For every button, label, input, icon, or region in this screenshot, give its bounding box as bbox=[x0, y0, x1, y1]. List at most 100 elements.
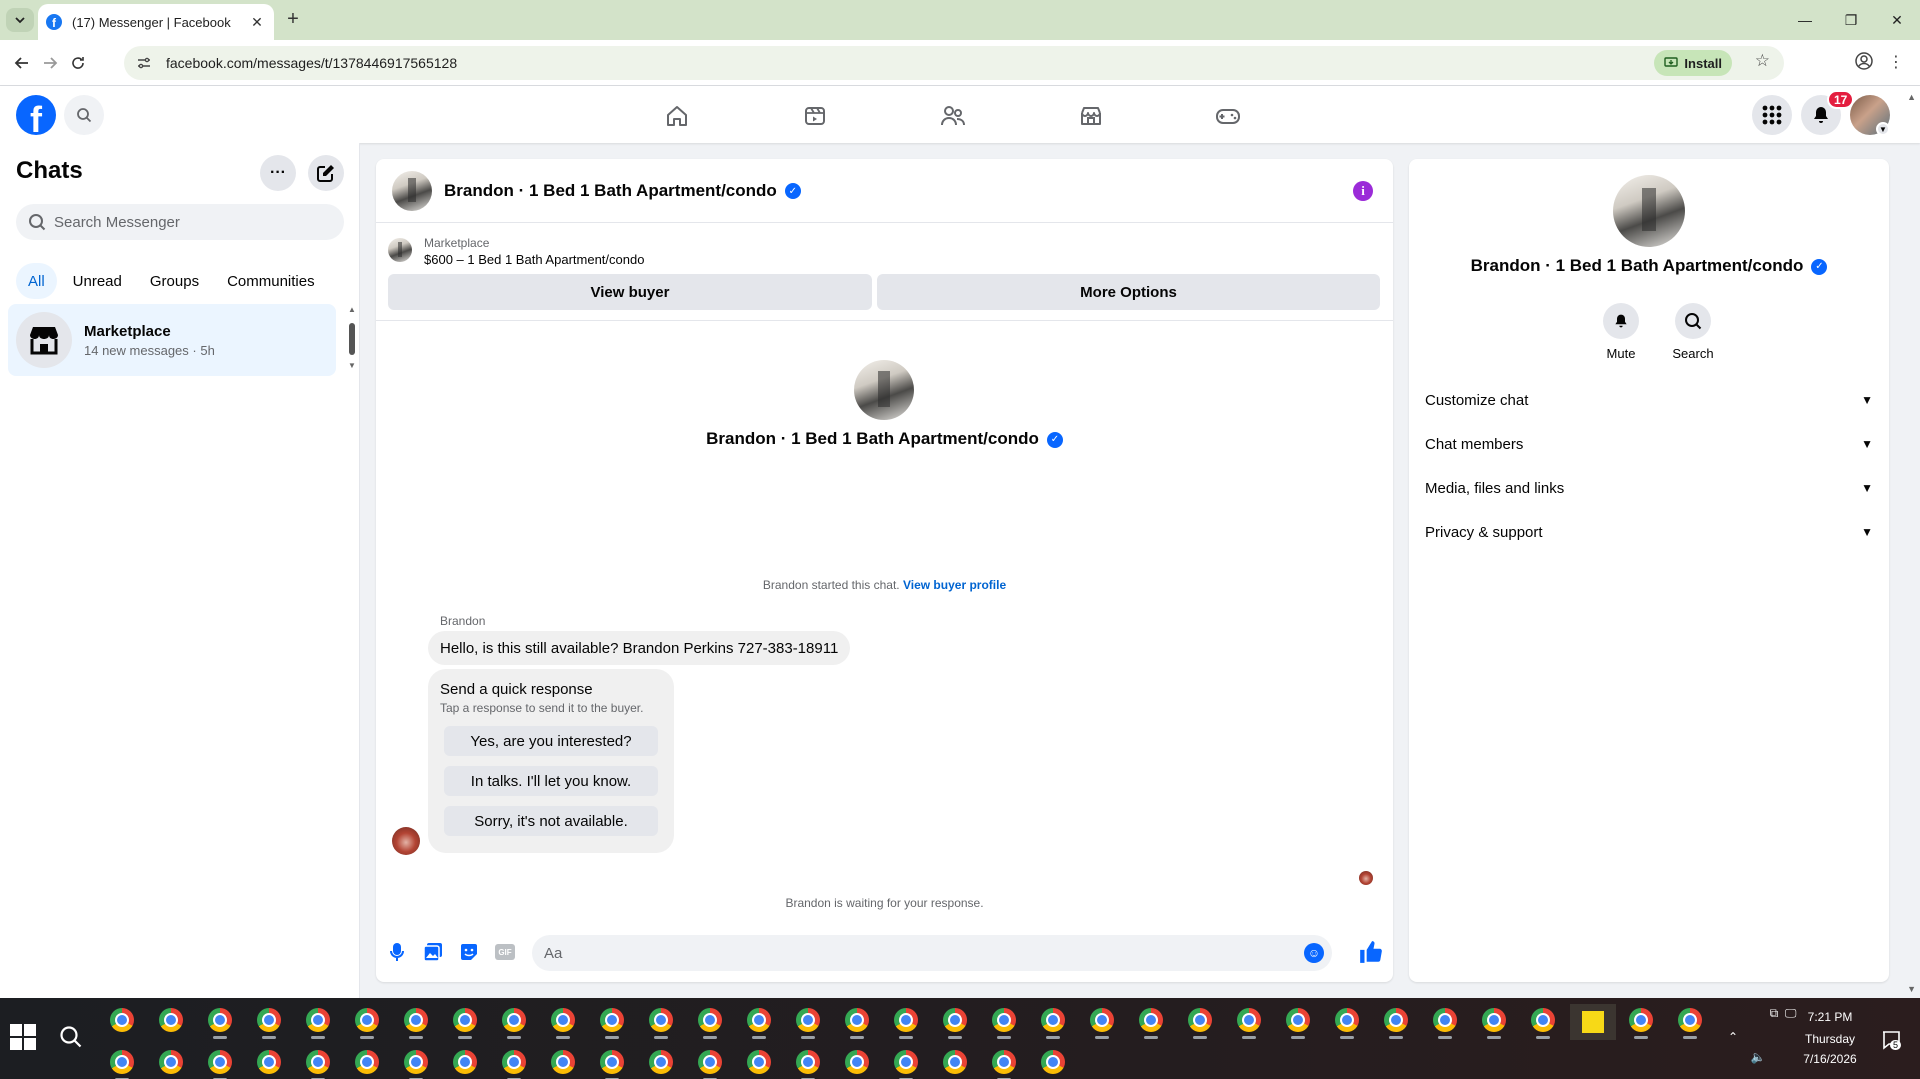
quick-response-option[interactable]: Yes, are you interested? bbox=[444, 726, 658, 756]
friends-nav-button[interactable] bbox=[939, 102, 967, 130]
chats-options-button[interactable]: ··· bbox=[260, 155, 296, 191]
taskbar-browser-app-icon[interactable] bbox=[257, 1050, 281, 1074]
search-messenger-input[interactable] bbox=[54, 213, 324, 231]
facebook-logo[interactable]: f bbox=[16, 95, 56, 135]
filter-unread[interactable]: Unread bbox=[61, 263, 134, 299]
mute-action[interactable]: Mute bbox=[1591, 303, 1651, 361]
volume-icon[interactable]: 🔈 bbox=[1748, 1050, 1768, 1064]
search-in-chat-button[interactable] bbox=[1675, 303, 1711, 339]
taskbar-browser-app-icon[interactable] bbox=[551, 1008, 575, 1032]
restore-button[interactable]: ❐ bbox=[1828, 0, 1874, 40]
taskbar-browser-app-icon[interactable] bbox=[404, 1050, 428, 1074]
list-item[interactable]: Marketplace 14 new messages · 5h bbox=[8, 304, 336, 376]
privacy-support-section[interactable]: Privacy & support ▼ bbox=[1417, 510, 1881, 554]
taskbar-browser-app-icon[interactable] bbox=[355, 1050, 379, 1074]
sticky-notes-app[interactable] bbox=[1570, 1004, 1616, 1040]
taskbar-browser-app-icon[interactable] bbox=[1678, 1008, 1702, 1032]
taskbar-browser-app-icon[interactable] bbox=[845, 1050, 869, 1074]
forward-button[interactable] bbox=[38, 51, 62, 75]
taskbar-browser-app-icon[interactable] bbox=[257, 1008, 281, 1032]
taskbar-browser-app-icon[interactable] bbox=[1433, 1008, 1457, 1032]
search-action[interactable]: Search bbox=[1663, 303, 1723, 361]
taskbar-browser-app-icon[interactable] bbox=[1286, 1008, 1310, 1032]
taskbar-browser-app-icon[interactable] bbox=[992, 1050, 1016, 1074]
taskbar-browser-app-icon[interactable] bbox=[747, 1050, 771, 1074]
incoming-message-bubble[interactable]: Hello, is this still available? Brandon … bbox=[428, 631, 851, 665]
like-thumb-icon[interactable] bbox=[1358, 939, 1384, 965]
new-message-button[interactable] bbox=[308, 155, 344, 191]
taskbar-browser-app-icon[interactable] bbox=[796, 1008, 820, 1032]
attach-media-button[interactable] bbox=[422, 941, 444, 963]
facebook-search-button[interactable] bbox=[64, 95, 104, 135]
reload-button[interactable] bbox=[66, 51, 90, 75]
browser-menu-icon[interactable]: ⋮ bbox=[1888, 52, 1904, 72]
view-buyer-button[interactable]: View buyer bbox=[388, 274, 872, 310]
taskbar-browser-app-icon[interactable] bbox=[649, 1008, 673, 1032]
filter-communities[interactable]: Communities bbox=[215, 263, 327, 299]
taskbar-browser-app-icon[interactable] bbox=[502, 1050, 526, 1074]
taskbar-browser-app-icon[interactable] bbox=[208, 1008, 232, 1032]
taskbar-browser-app-icon[interactable] bbox=[894, 1008, 918, 1032]
taskbar-browser-app-icon[interactable] bbox=[1384, 1008, 1408, 1032]
taskbar-browser-app-icon[interactable] bbox=[1090, 1008, 1114, 1032]
message-input-box[interactable]: ☺ bbox=[532, 935, 1332, 971]
sticker-button[interactable] bbox=[458, 941, 480, 963]
taskbar-browser-app-icon[interactable] bbox=[110, 1008, 134, 1032]
taskbar-browser-app-icon[interactable] bbox=[845, 1008, 869, 1032]
taskbar-browser-app-icon[interactable] bbox=[1139, 1008, 1163, 1032]
gaming-nav-button[interactable] bbox=[1214, 102, 1242, 130]
listing-price-title[interactable]: $600 – 1 Bed 1 Bath Apartment/condo bbox=[424, 252, 644, 267]
view-buyer-profile-link[interactable]: View buyer profile bbox=[903, 578, 1006, 592]
taskbar-browser-app-icon[interactable] bbox=[306, 1050, 330, 1074]
chat-members-section[interactable]: Chat members ▼ bbox=[1417, 422, 1881, 466]
taskbar-browser-app-icon[interactable] bbox=[943, 1050, 967, 1074]
taskbar-browser-app-icon[interactable] bbox=[453, 1008, 477, 1032]
filter-all[interactable]: All bbox=[16, 263, 57, 299]
taskbar-browser-app-icon[interactable] bbox=[747, 1008, 771, 1032]
page-scroll-down-icon[interactable]: ▼ bbox=[1907, 984, 1916, 994]
taskbar-browser-app-icon[interactable] bbox=[796, 1050, 820, 1074]
emoji-icon[interactable]: ☺ bbox=[1304, 943, 1324, 963]
clock[interactable]: 7:21 PM Thursday 7/16/2026 bbox=[1790, 1010, 1870, 1066]
close-tab-icon[interactable]: ✕ bbox=[248, 14, 266, 31]
close-window-button[interactable]: ✕ bbox=[1874, 0, 1920, 40]
quick-response-option[interactable]: Sorry, it's not available. bbox=[444, 806, 658, 836]
customize-chat-section[interactable]: Customize chat ▼ bbox=[1417, 378, 1881, 422]
menu-grid-button[interactable] bbox=[1752, 95, 1792, 135]
taskbar-search-icon[interactable] bbox=[58, 1024, 84, 1050]
bookmark-star-icon[interactable]: ☆ bbox=[1755, 51, 1770, 71]
taskbar-browser-app-icon[interactable] bbox=[992, 1008, 1016, 1032]
start-button[interactable] bbox=[10, 1024, 36, 1050]
taskbar-browser-app-icon[interactable] bbox=[110, 1050, 134, 1074]
taskbar-browser-app-icon[interactable] bbox=[1482, 1008, 1506, 1032]
gif-button[interactable]: GIF bbox=[494, 941, 516, 963]
taskbar-browser-app-icon[interactable] bbox=[208, 1050, 232, 1074]
taskbar-browser-app-icon[interactable] bbox=[306, 1008, 330, 1032]
info-avatar[interactable] bbox=[1613, 175, 1685, 247]
conversation-info-button[interactable]: i bbox=[1353, 181, 1373, 201]
back-button[interactable] bbox=[10, 51, 34, 75]
notification-center-button[interactable]: 5 bbox=[1878, 1030, 1906, 1053]
video-nav-button[interactable] bbox=[801, 102, 829, 130]
taskbar-browser-app-icon[interactable] bbox=[698, 1008, 722, 1032]
quick-response-option[interactable]: In talks. I'll let you know. bbox=[444, 766, 658, 796]
taskbar-browser-app-icon[interactable] bbox=[1335, 1008, 1359, 1032]
taskbar-browser-app-icon[interactable] bbox=[453, 1050, 477, 1074]
taskbar-browser-app-icon[interactable] bbox=[1531, 1008, 1555, 1032]
tab-search-button[interactable] bbox=[6, 8, 34, 32]
taskbar-browser-app-icon[interactable] bbox=[600, 1050, 624, 1074]
taskbar-browser-app-icon[interactable] bbox=[355, 1008, 379, 1032]
taskbar-browser-app-icon[interactable] bbox=[894, 1050, 918, 1074]
voice-clip-button[interactable] bbox=[386, 941, 408, 963]
account-chevron-icon[interactable]: ▼ bbox=[1876, 122, 1890, 136]
list-scroll-down-icon[interactable]: ▼ bbox=[348, 361, 356, 370]
taskbar-browser-app-icon[interactable] bbox=[600, 1008, 624, 1032]
new-tab-button[interactable]: + bbox=[282, 8, 304, 30]
taskbar-browser-app-icon[interactable] bbox=[502, 1008, 526, 1032]
mute-button[interactable] bbox=[1603, 303, 1639, 339]
filter-groups[interactable]: Groups bbox=[138, 263, 211, 299]
sender-avatar[interactable] bbox=[392, 827, 420, 855]
taskbar-browser-app-icon[interactable] bbox=[159, 1050, 183, 1074]
taskbar-browser-app-icon[interactable] bbox=[551, 1050, 575, 1074]
messenger-search[interactable] bbox=[16, 204, 344, 240]
